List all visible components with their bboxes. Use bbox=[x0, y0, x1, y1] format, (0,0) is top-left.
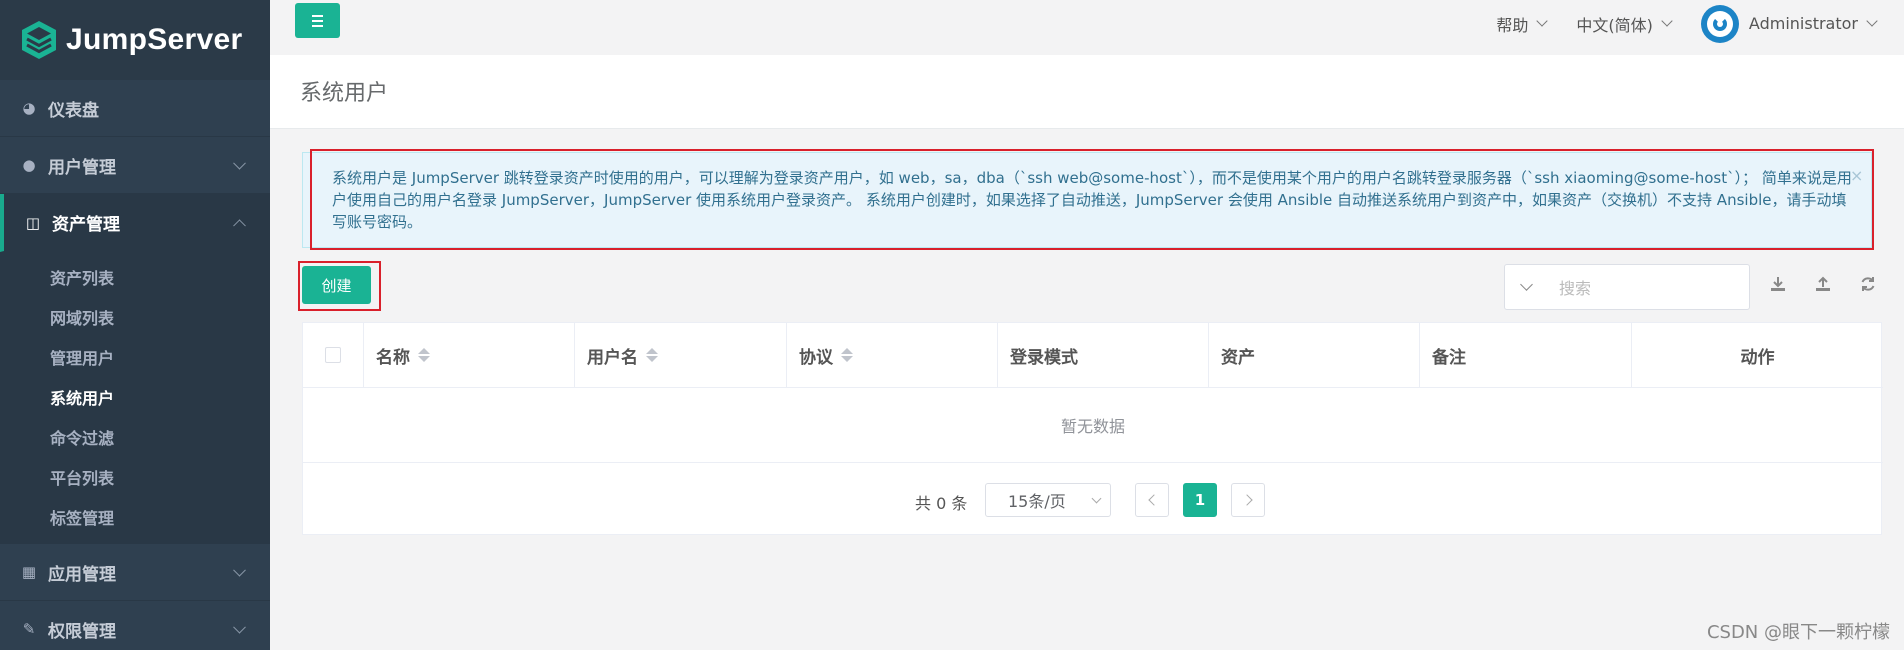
sidebar-sub-command-filters[interactable]: 命令过滤 bbox=[0, 417, 270, 457]
brand-name: JumpServer bbox=[66, 23, 243, 56]
search-placeholder: 搜索 bbox=[1559, 279, 1592, 298]
power-icon bbox=[1712, 16, 1727, 31]
select-all-cell bbox=[303, 323, 364, 387]
edit-icon: ✎ bbox=[22, 620, 36, 638]
upload-icon[interactable] bbox=[1812, 273, 1834, 295]
sidebar-item-label: 应用管理 bbox=[48, 564, 116, 585]
sidebar: JumpServer ◕ 仪表盘 ● 用户管理 ◫ 资产管理 资产列表 网域列表… bbox=[0, 0, 270, 650]
sidebar-sub-domain-list[interactable]: 网域列表 bbox=[0, 297, 270, 337]
sidebar-sub-system-users[interactable]: 系统用户 bbox=[0, 377, 270, 417]
help-dropdown[interactable]: 帮助 bbox=[1496, 12, 1549, 36]
pagination: 共 0 条 15条/页 1 bbox=[303, 463, 1883, 535]
chevron-down-icon bbox=[1661, 15, 1673, 27]
page-title: 系统用户 bbox=[300, 81, 389, 106]
page-number-button[interactable]: 1 bbox=[1183, 483, 1217, 517]
chevron-right-icon bbox=[1240, 494, 1253, 506]
inbox-icon: ◫ bbox=[25, 213, 41, 232]
users-icon: ● bbox=[22, 156, 36, 174]
chevron-down-icon bbox=[1091, 493, 1102, 504]
next-page-button[interactable] bbox=[1231, 483, 1265, 517]
sidebar-toggle-button[interactable] bbox=[295, 3, 340, 38]
system-users-table: 名称 用户名 协议 登录模式 资产 备注 动作 暂无数据 共 0 条 15条/页 bbox=[302, 322, 1883, 535]
user-name: Administrator bbox=[1748, 14, 1858, 33]
sidebar-item-permissions[interactable]: ✎ 权限管理 bbox=[0, 601, 270, 650]
sidebar-item-assets[interactable]: ◫ 资产管理 bbox=[0, 194, 270, 252]
sort-icon[interactable] bbox=[841, 348, 853, 362]
column-header-login-mode: 登录模式 bbox=[998, 323, 1209, 387]
help-label: 帮助 bbox=[1496, 15, 1529, 35]
chevron-down-icon bbox=[233, 620, 246, 634]
total-count: 共 0 条 bbox=[915, 494, 968, 513]
brand[interactable]: JumpServer bbox=[0, 0, 270, 80]
sidebar-sub-asset-list[interactable]: 资产列表 bbox=[0, 257, 270, 297]
column-header-name[interactable]: 名称 bbox=[364, 323, 575, 387]
language-dropdown[interactable]: 中文(简体) bbox=[1576, 12, 1673, 36]
jumpserver-logo-icon bbox=[22, 21, 56, 59]
page-size-select[interactable]: 15条/页 bbox=[985, 483, 1111, 517]
column-header-actions: 动作 bbox=[1740, 347, 1775, 368]
chevron-down-icon bbox=[233, 156, 246, 170]
column-header-protocol[interactable]: 协议 bbox=[787, 323, 998, 387]
page-heading: 系统用户 bbox=[270, 55, 1904, 129]
sidebar-item-label: 权限管理 bbox=[48, 621, 116, 642]
table-empty-text: 暂无数据 bbox=[303, 388, 1883, 463]
sidebar-item-users[interactable]: ● 用户管理 bbox=[0, 137, 270, 194]
sidebar-item-label: 仪表盘 bbox=[48, 100, 99, 121]
assets-submenu: 资产列表 网域列表 管理用户 系统用户 命令过滤 平台列表 标签管理 bbox=[0, 252, 270, 544]
user-dropdown[interactable]: Administrator bbox=[1700, 4, 1878, 43]
create-highlight-box bbox=[298, 261, 381, 311]
sort-icon[interactable] bbox=[646, 348, 658, 362]
sidebar-item-dashboard[interactable]: ◕ 仪表盘 bbox=[0, 80, 270, 137]
chevron-down-icon bbox=[1536, 15, 1549, 27]
prev-page-button[interactable] bbox=[1135, 483, 1169, 517]
chevron-up-icon bbox=[233, 218, 246, 232]
table-header: 名称 用户名 协议 登录模式 资产 备注 动作 bbox=[303, 323, 1883, 388]
top-navbar: 帮助 中文(简体) Administrator bbox=[270, 0, 1904, 52]
search-input[interactable]: 搜索 bbox=[1504, 264, 1750, 310]
sidebar-item-label: 资产管理 bbox=[52, 215, 120, 235]
chevron-down-icon bbox=[233, 563, 246, 577]
chevron-down-icon bbox=[1866, 15, 1878, 27]
watermark: CSDN @眼下一颗柠檬 bbox=[1706, 622, 1890, 643]
sidebar-sub-admin-users[interactable]: 管理用户 bbox=[0, 337, 270, 377]
download-icon[interactable] bbox=[1767, 273, 1789, 295]
avatar bbox=[1700, 4, 1739, 43]
dashboard-icon: ◕ bbox=[22, 99, 36, 117]
column-header-comment: 备注 bbox=[1420, 323, 1632, 387]
alert-highlight-box bbox=[310, 149, 1874, 250]
sidebar-item-label: 用户管理 bbox=[48, 157, 116, 178]
column-header-assets: 资产 bbox=[1209, 323, 1420, 387]
chevron-down-icon[interactable] bbox=[1520, 278, 1533, 291]
column-header-username[interactable]: 用户名 bbox=[575, 323, 787, 387]
language-label: 中文(简体) bbox=[1576, 15, 1653, 35]
sidebar-sub-labels[interactable]: 标签管理 bbox=[0, 497, 270, 537]
sort-icon[interactable] bbox=[418, 348, 430, 362]
grid-icon: ▦ bbox=[21, 563, 37, 581]
top-right-menu: 帮助 中文(简体) Administrator bbox=[1466, 0, 1878, 47]
refresh-icon[interactable] bbox=[1857, 273, 1879, 295]
select-all-checkbox[interactable] bbox=[325, 347, 341, 363]
menu-icon bbox=[312, 14, 323, 17]
chevron-left-icon bbox=[1147, 494, 1160, 506]
sidebar-item-applications[interactable]: ▦ 应用管理 bbox=[0, 544, 270, 601]
sidebar-sub-platforms[interactable]: 平台列表 bbox=[0, 457, 270, 497]
